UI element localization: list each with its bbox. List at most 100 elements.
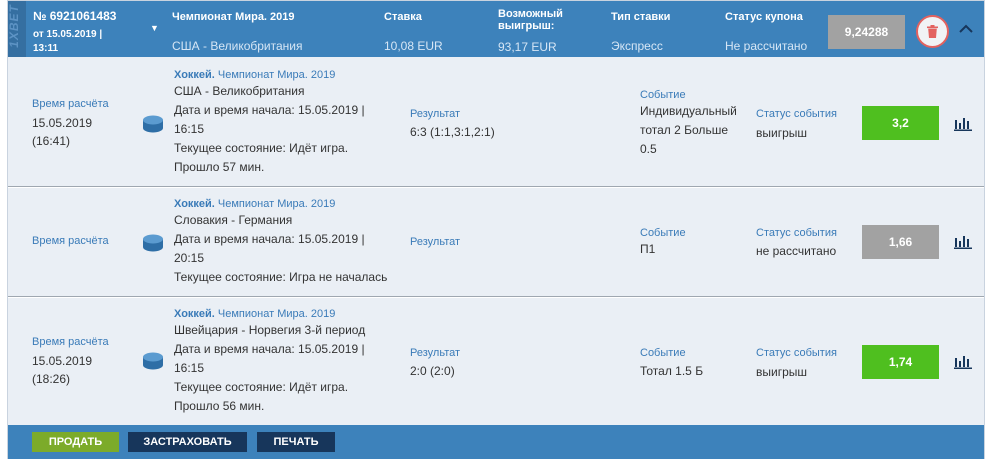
event-status-col: Статус события выигрыш: [756, 107, 856, 143]
event-coefficient: 1,66: [862, 225, 939, 259]
bet-row: Время расчёта 15.05.2019 (18:26) Хоккей.…: [8, 298, 984, 425]
event-state-2: Прошло 56 мин.: [174, 399, 265, 413]
stake-value: 10,08 EUR: [384, 39, 443, 53]
sell-button[interactable]: ПРОДАТЬ: [32, 432, 119, 452]
coupon-date-line2: 13:11: [33, 43, 59, 54]
league-name: Чемпионат Мира. 2019: [217, 308, 336, 320]
result-label: Результат: [410, 347, 461, 359]
event-state-2: Прошло 57 мин.: [174, 160, 265, 174]
event-league: Хоккей. Чемпионат Мира. 2019: [174, 197, 404, 211]
sport-name: Хоккей.: [174, 308, 215, 320]
event-line-1: Индивидуальный: [640, 104, 737, 118]
result-col: Результат: [410, 235, 460, 249]
event-start-1: Дата и время начала: 15.05.2019 |: [174, 232, 365, 246]
event-line-3: 0.5: [640, 142, 657, 156]
event-status-col: Статус события не рассчитано: [756, 226, 856, 261]
header-stake-col: Ставка 10,08 EUR: [384, 11, 443, 53]
event-col: Событие П1: [640, 226, 750, 259]
sport-name: Хоккей.: [174, 198, 215, 210]
bet-row: Время расчёта Хоккей. Чемпионат Мира. 20…: [8, 188, 984, 297]
event-col: Событие Индивидуальный тотал 2 Больше 0.…: [640, 88, 750, 159]
bar-chart-icon[interactable]: [954, 355, 972, 369]
hockey-puck-icon: [143, 352, 163, 370]
result-value: 2:0 (2:0): [410, 364, 455, 378]
total-coefficient: 9,24288: [828, 15, 905, 49]
event-start-1: Дата и время начала: 15.05.2019 |: [174, 103, 365, 117]
event-status-label: Статус события: [756, 227, 837, 239]
event-coefficient: 1,74: [862, 345, 939, 379]
bet-type-value: Экспресс: [611, 39, 663, 53]
brand-logo: 1XBET: [6, 4, 21, 48]
coupon-status-label: Статус купона: [725, 11, 803, 23]
possible-win-value: 93,17 EUR: [498, 40, 557, 54]
event-status-value: выигрыш: [756, 365, 808, 379]
event-col: Событие Тотал 1.5 Б: [640, 346, 750, 381]
event-teams: США - Великобритания: [174, 84, 305, 98]
header-status-col: Статус купона Не рассчитано: [725, 11, 807, 53]
event-coefficient: 3,2: [862, 106, 939, 140]
trash-icon: [927, 25, 938, 38]
header-win-col: Возможный выигрыш: 93,17 EUR: [498, 8, 563, 54]
brand-strip: 1XBET: [6, 1, 26, 57]
event-status-value: выигрыш: [756, 126, 808, 140]
possible-win-label-2: выигрыш:: [498, 20, 555, 32]
delete-coupon-button[interactable]: [916, 15, 949, 48]
header-match: США - Великобритания: [172, 39, 303, 53]
result-col: Результат 2:0 (2:0): [410, 346, 460, 380]
insure-button[interactable]: ЗАСТРАХОВАТЬ: [128, 432, 247, 452]
event-label: Событие: [640, 89, 686, 101]
coupon-number: № 6921061483: [33, 9, 117, 23]
calc-time-label: Время расчёта: [32, 336, 109, 348]
event-line-1: Тотал 1.5 Б: [640, 364, 704, 378]
calc-time-label: Время расчёта: [32, 98, 109, 110]
calc-clock: (16:41): [32, 134, 71, 148]
event-status-col: Статус события выигрыш: [756, 346, 856, 382]
chevron-down-icon[interactable]: ▼: [150, 23, 159, 33]
coupon-card: 1XBET № 6921061483 от 15.05.2019 | 13:11…: [7, 0, 985, 459]
event-label: Событие: [640, 227, 686, 239]
result-label: Результат: [410, 236, 461, 248]
calc-time-value: 15.05.2019 (18:26): [32, 352, 92, 388]
event-label: Событие: [640, 347, 686, 359]
event-status-label: Статус события: [756, 108, 837, 120]
header-championship: Чемпионат Мира. 2019: [172, 11, 295, 23]
chevron-up-icon[interactable]: [956, 19, 976, 39]
hockey-puck-icon: [143, 115, 163, 133]
event-line-1: П1: [640, 242, 656, 256]
event-league: Хоккей. Чемпионат Мира. 2019: [174, 307, 404, 321]
bar-chart-icon[interactable]: [954, 117, 972, 131]
coupon-footer: ПРОДАТЬ ЗАСТРАХОВАТЬ ПЕЧАТЬ: [8, 425, 984, 459]
calc-time-value: 15.05.2019 (16:41): [32, 114, 92, 150]
coupon-header: 1XBET № 6921061483 от 15.05.2019 | 13:11…: [6, 1, 984, 57]
event-info: Хоккей. Чемпионат Мира. 2019 США - Велик…: [174, 68, 404, 177]
event-start-2: 20:15: [174, 251, 205, 265]
event-status-value: не рассчитано: [756, 244, 837, 258]
coupon-status-value: Не рассчитано: [725, 39, 808, 53]
calc-clock: (18:26): [32, 372, 71, 386]
event-line-2: тотал 2 Больше: [640, 123, 728, 137]
calc-date: 15.05.2019: [32, 116, 93, 130]
print-button[interactable]: ПЕЧАТЬ: [257, 432, 335, 452]
bet-type-label: Тип ставки: [611, 11, 671, 23]
event-state-1: Текущее состояние: Игра не началась: [174, 270, 388, 284]
coupon-date-line1: от 15.05.2019 |: [33, 29, 103, 40]
sport-name: Хоккей.: [174, 69, 215, 81]
bar-chart-icon[interactable]: [954, 235, 972, 249]
event-teams: Швейцария - Норвегия 3-й период: [174, 323, 366, 337]
league-name: Чемпионат Мира. 2019: [217, 69, 336, 81]
event-info: Хоккей. Чемпионат Мира. 2019 Швейцария -…: [174, 307, 404, 416]
stake-label: Ставка: [384, 11, 422, 23]
result-value: 6:3 (1:1,3:1,2:1): [410, 125, 495, 139]
bet-row: Время расчёта 15.05.2019 (16:41) Хоккей.…: [8, 57, 984, 187]
result-label: Результат: [410, 108, 461, 120]
header-match-col: Чемпионат Мира. 2019 США - Великобритани…: [172, 11, 303, 53]
event-state-1: Текущее состояние: Идёт игра.: [174, 380, 349, 394]
possible-win-label-1: Возможный: [498, 8, 563, 20]
coupon-date: от 15.05.2019 | 13:11: [33, 28, 102, 56]
hockey-puck-icon: [143, 234, 163, 252]
calc-date: 15.05.2019: [32, 354, 93, 368]
event-teams: Словакия - Германия: [174, 213, 293, 227]
league-name: Чемпионат Мира. 2019: [217, 198, 336, 210]
result-col: Результат 6:3 (1:1,3:1,2:1): [410, 107, 495, 141]
event-start-1: Дата и время начала: 15.05.2019 |: [174, 342, 365, 356]
